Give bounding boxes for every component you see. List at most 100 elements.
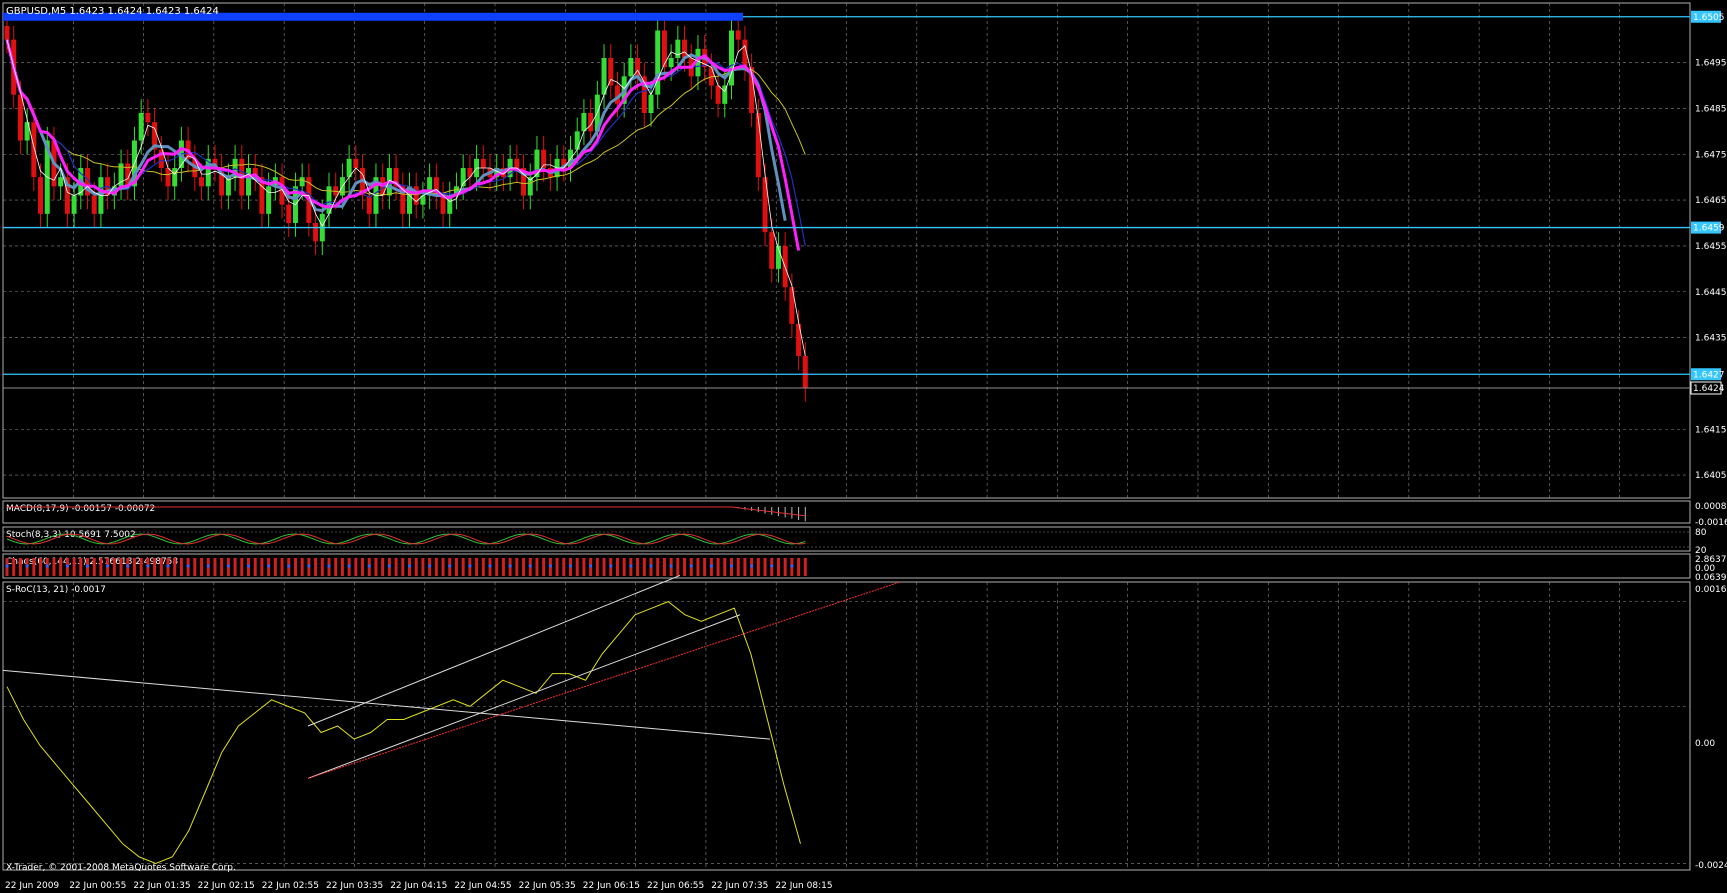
trendline-white-upper	[307, 574, 681, 727]
chaos-bar	[334, 558, 338, 576]
chaos-bar	[59, 558, 63, 576]
candle-body	[58, 177, 64, 187]
y-tick-label: 1.6415	[1695, 425, 1727, 435]
candle-body	[668, 58, 674, 68]
candle-body	[299, 177, 305, 187]
chaos-bar	[253, 558, 257, 576]
pane-frame-macd	[2, 500, 1691, 524]
chaos-bar	[783, 558, 787, 576]
chaos-bar	[32, 558, 36, 576]
chaos-dot	[468, 564, 472, 568]
chaos-dot	[267, 564, 271, 568]
x-tick-label: 22 Jun 01:35	[133, 881, 190, 891]
chaos-dot	[25, 564, 29, 568]
chaos-bar	[676, 558, 680, 576]
chaos-bar	[153, 558, 157, 576]
chaos-bar	[52, 558, 56, 576]
trendline-white-down	[2, 669, 771, 740]
trendline-red	[307, 581, 901, 779]
chaos-dot	[65, 564, 69, 568]
chaos-bar	[602, 558, 606, 576]
chaos-bar	[233, 558, 237, 576]
chaos-bar	[300, 558, 304, 576]
chaos-bar	[555, 558, 559, 576]
chaos-bar	[595, 558, 599, 576]
chaos-dot	[287, 564, 291, 568]
chaos-bar	[99, 558, 103, 576]
candle-body	[286, 204, 292, 223]
candle-body	[91, 195, 97, 214]
chaos-bar	[159, 558, 163, 576]
chaos-bar	[374, 558, 378, 576]
chaos-dot	[750, 564, 754, 568]
copyright-footer: X-Trader, © 2001-2008 MetaQuotes Softwar…	[6, 863, 236, 873]
x-tick-label: 22 Jun 02:55	[262, 881, 319, 891]
y-tick-label: 1.6475	[1695, 150, 1727, 160]
candle-body	[31, 122, 37, 178]
chaos-bar	[756, 558, 760, 576]
chaos-bar	[92, 558, 96, 576]
chaos-dot	[528, 564, 532, 568]
y-tick-label: 1.6405	[1695, 471, 1727, 481]
chaos-bar	[200, 558, 204, 576]
chaos-dot	[387, 564, 391, 568]
chaos-dot	[649, 564, 653, 568]
chaos-bar	[716, 558, 720, 576]
indicator-label-chaos: Chaos(60,144,13) 2.576618 2.498758	[6, 557, 178, 567]
chaos-bar	[723, 558, 727, 576]
chaos-bar	[112, 558, 116, 576]
chaos-bar	[320, 558, 324, 576]
sroc-line	[6, 601, 801, 865]
chaos-dot	[508, 564, 512, 568]
chaos-bar	[803, 558, 807, 576]
candle-body	[353, 158, 359, 168]
chaos-bar	[18, 558, 22, 576]
indicator-axis-label: 0.0016	[1695, 585, 1727, 595]
chaos-bar	[79, 558, 83, 576]
chaos-bar	[314, 558, 318, 576]
chaos-dot	[770, 564, 774, 568]
chaos-bar	[562, 558, 566, 576]
chaos-bar	[622, 558, 626, 576]
chaos-bar	[220, 558, 224, 576]
candle-body	[172, 168, 178, 187]
chaos-bar	[260, 558, 264, 576]
chaos-bar	[39, 558, 43, 576]
indicator-label-sroc: S-RoC(13, 21) -0.0017	[6, 585, 106, 595]
chaos-dot	[669, 564, 673, 568]
candle-body	[467, 168, 473, 178]
chaos-bar	[12, 558, 16, 576]
candle-body	[608, 58, 614, 86]
y-tick-label: 1.6445	[1695, 288, 1727, 298]
x-tick-label: 22 Jun 00:55	[69, 881, 126, 891]
candle-body	[246, 168, 251, 196]
chaos-dot	[629, 564, 633, 568]
candle-body	[655, 30, 661, 95]
chaos-bar	[354, 558, 358, 576]
candle-body	[648, 94, 654, 113]
chaos-bar	[293, 558, 297, 576]
chaos-dot	[448, 564, 452, 568]
chaos-dot	[689, 564, 693, 568]
candle-body	[4, 25, 10, 40]
chaos-bar	[743, 558, 747, 576]
chaos-bar	[401, 558, 405, 576]
x-tick-label: 22 Jun 07:35	[711, 881, 768, 891]
candle-body	[165, 168, 171, 187]
y-tick-label: 1.6455	[1695, 242, 1727, 252]
pane-frame-stoch	[2, 526, 1691, 552]
candle-body	[802, 355, 808, 388]
x-tick-label: 22 Jun 03:35	[326, 881, 383, 891]
trading-chart[interactable]: 1.6495 1.6485 1.6475 1.6465 1.6455 1.6445 1.64…	[0, 0, 1727, 893]
x-tick-label: 22 Jun 04:55	[454, 881, 511, 891]
chaos-bar	[72, 558, 76, 576]
chaos-bar	[575, 558, 579, 576]
chaos-bar	[636, 558, 640, 576]
chaos-bar	[461, 558, 465, 576]
bid-label: 1.6424	[1693, 384, 1725, 394]
chaos-bar	[683, 558, 687, 576]
chaos-bar	[273, 558, 277, 576]
chaos-bar	[193, 558, 197, 576]
chaos-bar	[139, 558, 143, 576]
chaos-dot	[609, 564, 613, 568]
